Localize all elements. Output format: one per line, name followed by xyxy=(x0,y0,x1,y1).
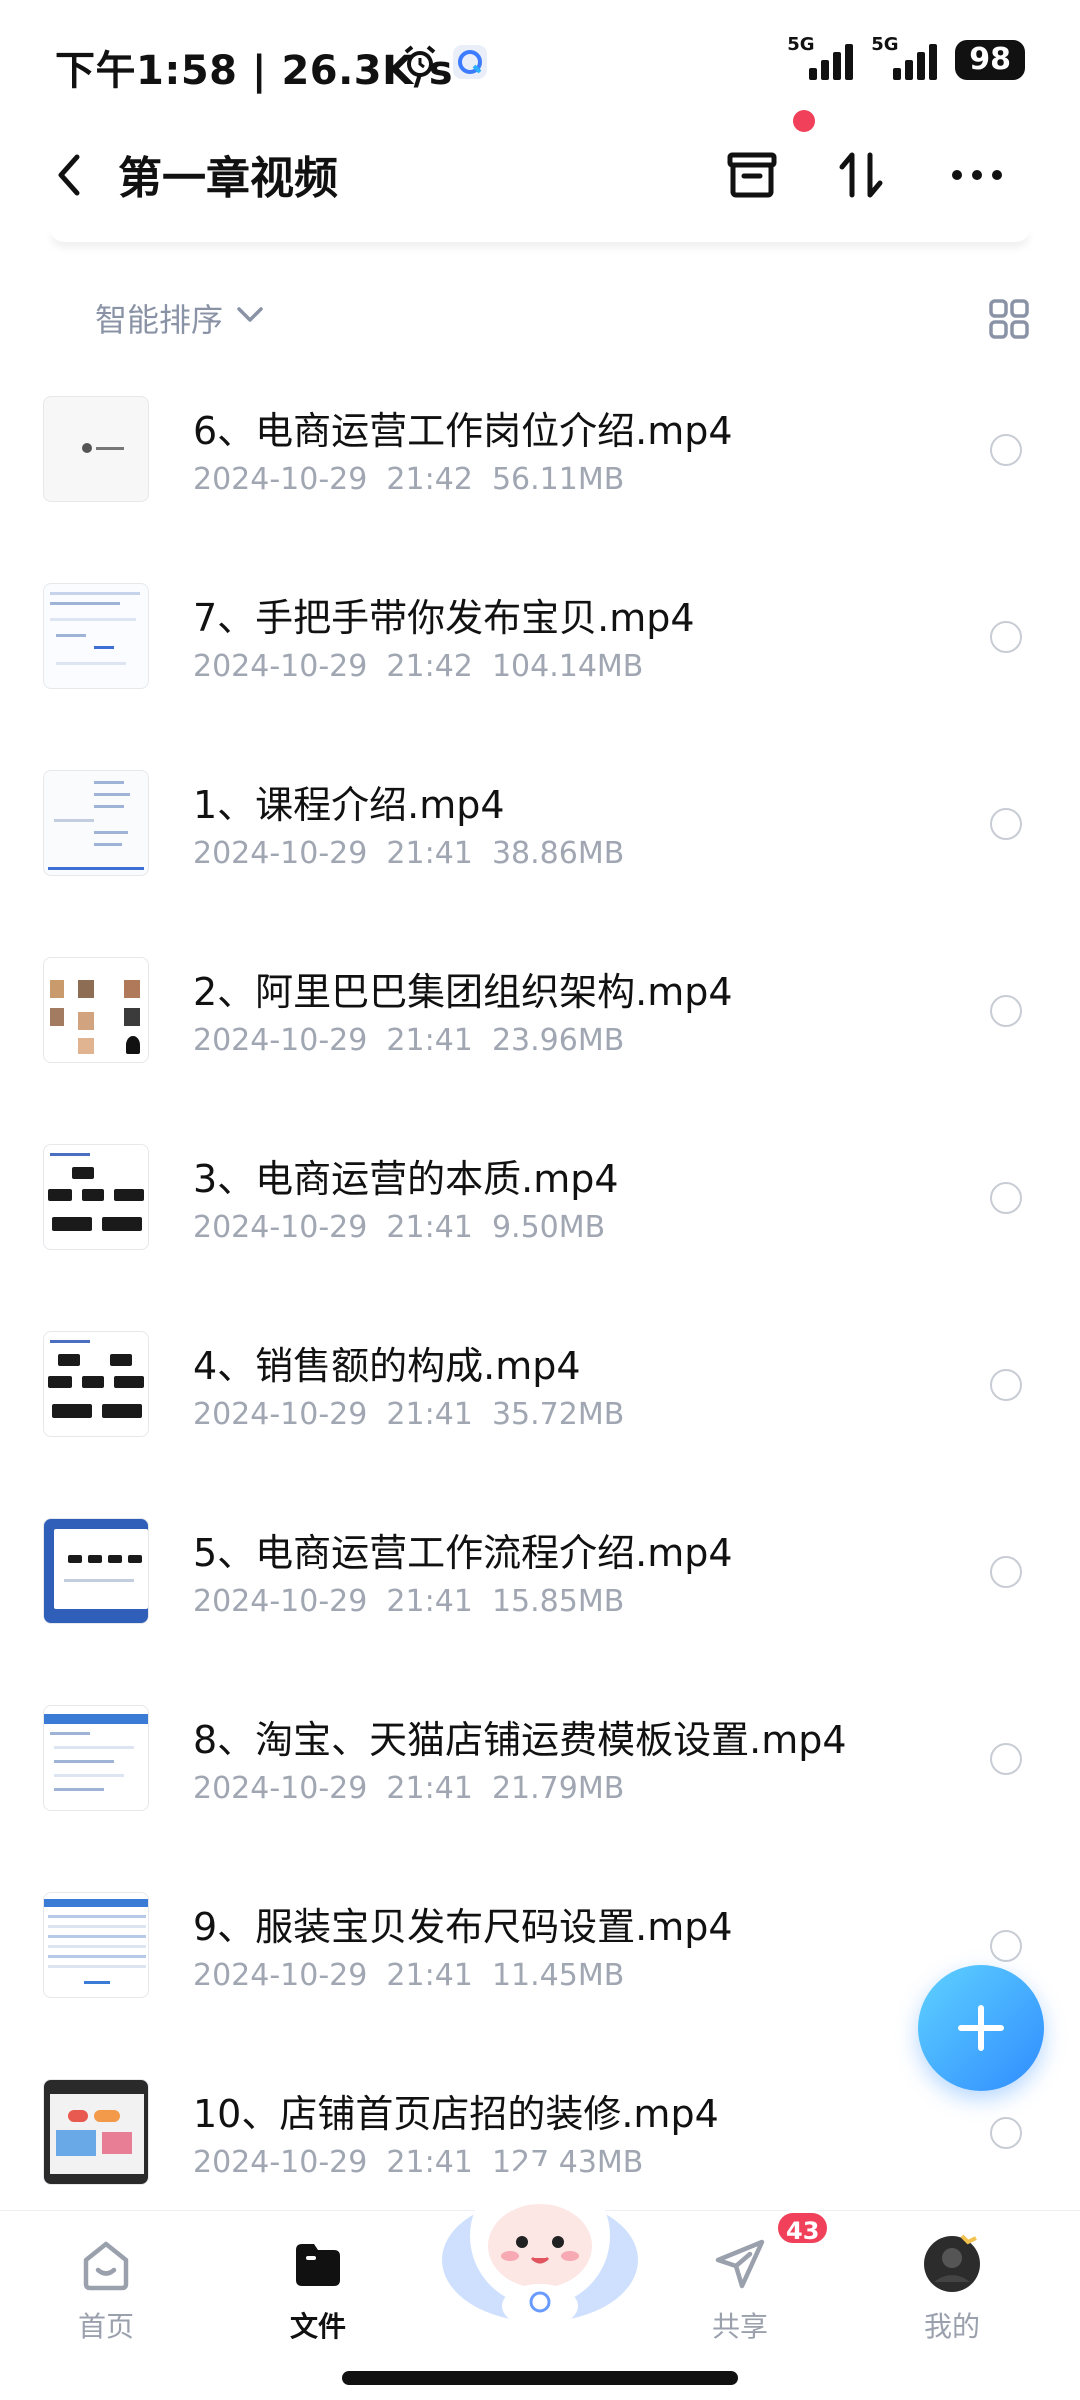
select-checkbox[interactable] xyxy=(990,1930,1022,1962)
status-notification-icons xyxy=(400,42,490,82)
send-plane-icon xyxy=(715,2239,765,2289)
select-checkbox[interactable] xyxy=(990,1369,1022,1401)
select-checkbox[interactable] xyxy=(990,1556,1022,1588)
file-meta: 2024-10-29 21:42 104.14MB xyxy=(193,649,644,684)
file-meta: 2024-10-29 21:41 11.45MB xyxy=(193,1958,625,1993)
chevron-down-icon[interactable] xyxy=(232,297,268,333)
sort-arrows-icon xyxy=(839,152,883,198)
battery-indicator: 98 xyxy=(955,40,1025,80)
more-dots-icon xyxy=(952,170,1002,180)
signal-icon: 5G xyxy=(787,34,857,80)
file-name: 1、课程介绍.mp4 xyxy=(193,783,505,827)
file-name: 5、电商运营工作流程介绍.mp4 xyxy=(193,1531,733,1575)
file-row[interactable]: 7、手把手带你发布宝贝.mp4 2024-10-29 21:42 104.14M… xyxy=(0,557,1080,744)
file-meta: 2024-10-29 21:41 23.96MB xyxy=(193,1023,625,1058)
select-checkbox[interactable] xyxy=(990,434,1022,466)
file-name: 7、手把手带你发布宝贝.mp4 xyxy=(193,596,695,640)
video-thumbnail xyxy=(43,1705,149,1811)
file-meta: 2024-10-29 21:42 56.11MB xyxy=(193,462,625,497)
file-list: 6、电商运营工作岗位介绍.mp4 2024-10-29 21:42 56.11M… xyxy=(0,370,1080,2240)
file-row[interactable]: 2、阿里巴巴集团组织架构.mp4 2024-10-29 21:41 23.96M… xyxy=(0,931,1080,1118)
file-name: 3、电商运营的本质.mp4 xyxy=(193,1157,619,1201)
video-thumbnail xyxy=(43,1518,149,1624)
file-meta: 2024-10-29 21:41 35.72MB xyxy=(193,1397,625,1432)
more-options-button[interactable] xyxy=(937,135,1017,215)
file-row[interactable]: 8、淘宝、天猫店铺运费模板设置.mp4 2024-10-29 21:41 21.… xyxy=(0,1679,1080,1866)
home-icon xyxy=(83,2241,129,2291)
sort-order-button[interactable] xyxy=(822,135,902,215)
status-time: 下午1:58 | 26.3K/s xyxy=(55,48,454,94)
video-thumbnail xyxy=(43,1331,149,1437)
status-bar: 下午1:58 | 26.3K/s 5G 5G 98 xyxy=(0,0,1080,130)
home-indicator xyxy=(342,2371,738,2385)
notification-dot xyxy=(793,110,815,132)
file-meta: 2024-10-29 21:41 15.85MB xyxy=(193,1584,625,1619)
collapsed-panel-edge xyxy=(50,228,1030,242)
grid-view-icon[interactable] xyxy=(987,297,1031,341)
video-thumbnail xyxy=(43,1892,149,1998)
nav-files-label: 文件 xyxy=(289,2310,346,2343)
video-thumbnail xyxy=(43,957,149,1063)
video-thumbnail xyxy=(43,396,149,502)
nav-share[interactable]: 共享 xyxy=(670,2229,810,2369)
select-checkbox[interactable] xyxy=(990,621,1022,653)
nav-files[interactable]: 文件 xyxy=(248,2229,388,2369)
status-right-group: 5G 5G 98 xyxy=(787,34,1025,80)
nav-home-label: 首页 xyxy=(77,2310,134,2343)
network-type-1: 5G xyxy=(787,34,815,55)
archive-button[interactable] xyxy=(712,135,792,215)
app-root: 下午1:58 | 26.3K/s 5G 5G 98 第一章视频 智能排序 6、电… xyxy=(0,0,1080,2400)
video-thumbnail xyxy=(43,2079,149,2185)
file-name: 2、阿里巴巴集团组织架构.mp4 xyxy=(193,970,733,1014)
file-meta: 2024-10-29 21:41 9.50MB xyxy=(193,1210,606,1245)
file-meta: 2024-10-29 21:41 38.86MB xyxy=(193,836,625,871)
page-title: 第一章视频 xyxy=(118,153,338,204)
video-thumbnail xyxy=(43,1144,149,1250)
select-checkbox[interactable] xyxy=(990,995,1022,1027)
network-type-2: 5G xyxy=(871,34,899,55)
file-name: 6、电商运营工作岗位介绍.mp4 xyxy=(193,409,733,453)
file-row[interactable]: 6、电商运营工作岗位介绍.mp4 2024-10-29 21:42 56.11M… xyxy=(0,370,1080,557)
app-notification-icon xyxy=(453,45,487,79)
file-row[interactable]: 1、课程介绍.mp4 2024-10-29 21:41 38.86MB xyxy=(0,744,1080,931)
select-checkbox[interactable] xyxy=(990,1743,1022,1775)
select-checkbox[interactable] xyxy=(990,2117,1022,2149)
nav-me[interactable]: 我的 xyxy=(882,2229,1022,2369)
file-name: 4、销售额的构成.mp4 xyxy=(193,1344,581,1388)
file-row[interactable]: 5、电商运营工作流程介绍.mp4 2024-10-29 21:41 15.85M… xyxy=(0,1492,1080,1679)
nav-share-label: 共享 xyxy=(711,2310,768,2343)
folder-icon xyxy=(296,2244,340,2286)
video-thumbnail xyxy=(43,583,149,689)
smart-sort-dropdown[interactable]: 智能排序 xyxy=(95,295,223,341)
file-name: 9、服装宝贝发布尺码设置.mp4 xyxy=(193,1905,733,1949)
mascot-assistant-icon[interactable] xyxy=(440,2150,640,2330)
share-count-badge: 43 xyxy=(775,2210,831,2246)
add-button[interactable] xyxy=(918,1965,1044,2091)
file-name: 10、店铺首页店招的装修.mp4 xyxy=(193,2092,719,2136)
select-checkbox[interactable] xyxy=(990,808,1022,840)
avatar xyxy=(924,2234,980,2292)
alarm-icon xyxy=(404,45,436,77)
back-arrow-icon[interactable] xyxy=(45,145,95,205)
file-meta: 2024-10-29 21:41 21.79MB xyxy=(193,1771,625,1806)
file-row[interactable]: 4、销售额的构成.mp4 2024-10-29 21:41 35.72MB xyxy=(0,1305,1080,1492)
archive-box-icon xyxy=(727,152,777,198)
file-row[interactable]: 3、电商运营的本质.mp4 2024-10-29 21:41 9.50MB xyxy=(0,1118,1080,1305)
top-app-bar: 第一章视频 xyxy=(0,120,1080,230)
video-thumbnail xyxy=(43,770,149,876)
nav-me-label: 我的 xyxy=(923,2310,980,2343)
signal-icon-2: 5G xyxy=(871,34,941,80)
sort-row: 智能排序 xyxy=(0,285,1080,355)
select-checkbox[interactable] xyxy=(990,1182,1022,1214)
file-name: 8、淘宝、天猫店铺运费模板设置.mp4 xyxy=(193,1718,847,1762)
nav-home[interactable]: 首页 xyxy=(36,2229,176,2369)
plus-icon xyxy=(958,2005,1004,2051)
